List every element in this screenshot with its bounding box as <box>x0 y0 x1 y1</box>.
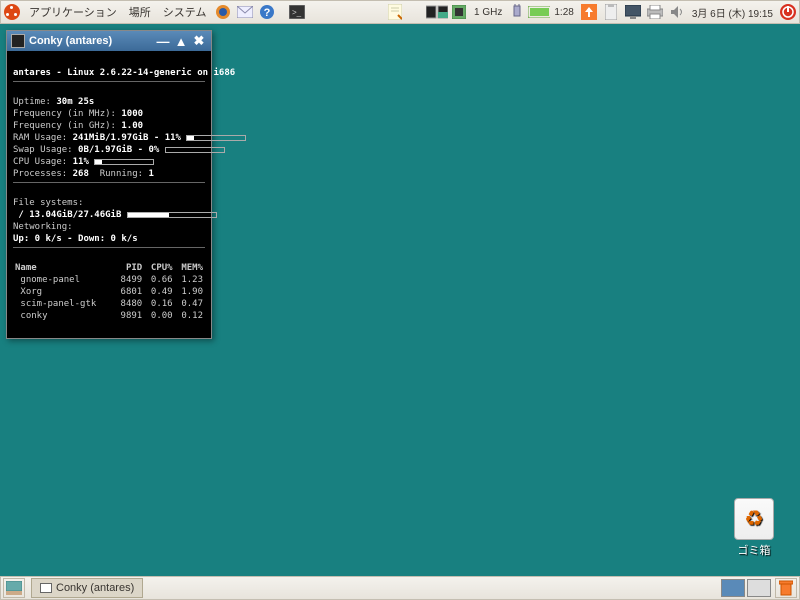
table-row: scim-panel-gtk84800.160.47 <box>13 298 205 310</box>
workspace-2[interactable] <box>747 579 771 597</box>
battery-time: 1:28 <box>550 7 577 18</box>
table-row: conky98910.000.12 <box>13 310 205 322</box>
trash-applet[interactable] <box>775 578 797 598</box>
taskbar-item-conky[interactable]: Conky (antares) <box>31 578 143 598</box>
help-icon[interactable]: ? <box>256 1 278 23</box>
firefox-icon[interactable] <box>212 1 234 23</box>
shutdown-icon[interactable] <box>777 1 799 23</box>
trash-desktop-icon[interactable]: ゴミ箱 <box>726 498 782 558</box>
notes-icon[interactable] <box>384 1 406 23</box>
maximize-button[interactable]: ▲ <box>173 33 189 49</box>
menu-applications[interactable]: アプリケーション <box>23 4 123 20</box>
svg-text:>_: >_ <box>292 8 302 17</box>
workspace-1[interactable] <box>721 579 745 597</box>
top-panel: アプリケーション 場所 システム ? >_ 1 GHz 1:28 3月 6日 (… <box>0 0 800 24</box>
cpufreq-icon[interactable] <box>448 1 470 23</box>
window-title: Conky (antares) <box>29 35 112 47</box>
clock[interactable]: 3月 6日 (木) 19:15 <box>688 5 777 20</box>
trash-icon <box>734 498 774 540</box>
close-button[interactable]: ✖ <box>191 33 207 49</box>
table-row: Xorg68010.491.90 <box>13 286 205 298</box>
clipboard-icon[interactable] <box>600 1 622 23</box>
mail-icon[interactable] <box>234 1 256 23</box>
show-desktop-button[interactable] <box>3 578 25 598</box>
volume-icon[interactable] <box>666 1 688 23</box>
trash-label: ゴミ箱 <box>726 542 782 558</box>
bottom-panel: Conky (antares) <box>0 576 800 600</box>
terminal-launcher-icon[interactable]: >_ <box>286 1 308 23</box>
titlebar[interactable]: Conky (antares) — ▲ ✖ <box>7 31 211 51</box>
battery-plug-icon[interactable] <box>506 1 528 23</box>
menu-system[interactable]: システム <box>157 4 213 20</box>
task-window-icon <box>40 583 52 593</box>
battery-icon[interactable] <box>528 1 550 23</box>
printer-icon[interactable] <box>644 1 666 23</box>
system-monitor-icon[interactable] <box>426 1 448 23</box>
menu-places[interactable]: 場所 <box>123 4 157 20</box>
window-icon <box>11 34 25 48</box>
conky-output: antares - Linux 2.6.22-14-generic on i68… <box>7 51 211 338</box>
process-table: NamePIDCPU%MEM% gnome-panel84990.661.23 … <box>13 262 205 322</box>
ubuntu-menu-icon[interactable] <box>1 1 23 23</box>
svg-text:?: ? <box>264 7 271 19</box>
conky-window: Conky (antares) — ▲ ✖ antares - Linux 2.… <box>6 30 212 339</box>
display-icon[interactable] <box>622 1 644 23</box>
cpufreq-value: 1 GHz <box>470 7 506 18</box>
table-row: gnome-panel84990.661.23 <box>13 274 205 286</box>
update-icon[interactable] <box>578 1 600 23</box>
minimize-button[interactable]: — <box>155 33 171 49</box>
